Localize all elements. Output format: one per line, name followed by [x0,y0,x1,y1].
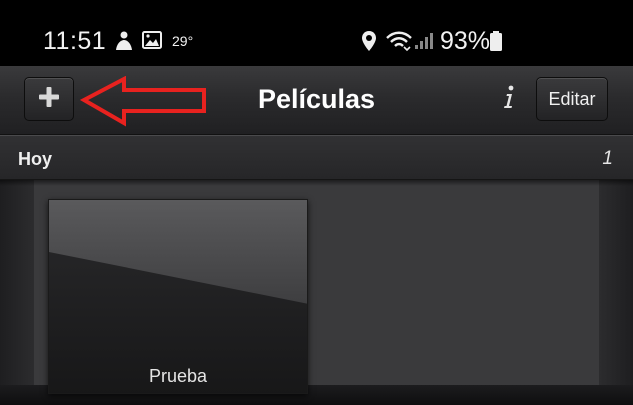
info-button[interactable] [498,84,520,114]
wifi-icon [386,30,412,57]
location-icon [361,30,377,57]
section-header: Hoy 1 [0,135,633,180]
user-icon [113,30,135,57]
shelf-right-wall [599,180,633,405]
status-time: 11:51 [43,27,107,55]
annotation-arrow-icon [80,76,206,127]
signal-icon [414,32,434,55]
status-bar: 11:51 29° 93% [0,0,633,66]
edit-button[interactable]: Editar [536,77,608,121]
status-temperature: 29° [172,33,194,49]
section-count: 1 [602,148,613,169]
movie-thumbnail [49,200,307,393]
image-icon [142,31,162,54]
shelf-shadow [0,180,633,186]
movie-item[interactable]: Prueba [48,199,308,394]
battery-icon [489,30,503,57]
info-icon [501,84,517,115]
battery-percentage: 93% [440,27,491,55]
shelf-left-wall [0,180,34,405]
movie-title: Prueba [148,366,208,386]
section-title: Hoy [18,149,53,169]
app-screen: 11:51 29° 93% Películas Editar Hoy 1 Pru… [0,0,633,405]
